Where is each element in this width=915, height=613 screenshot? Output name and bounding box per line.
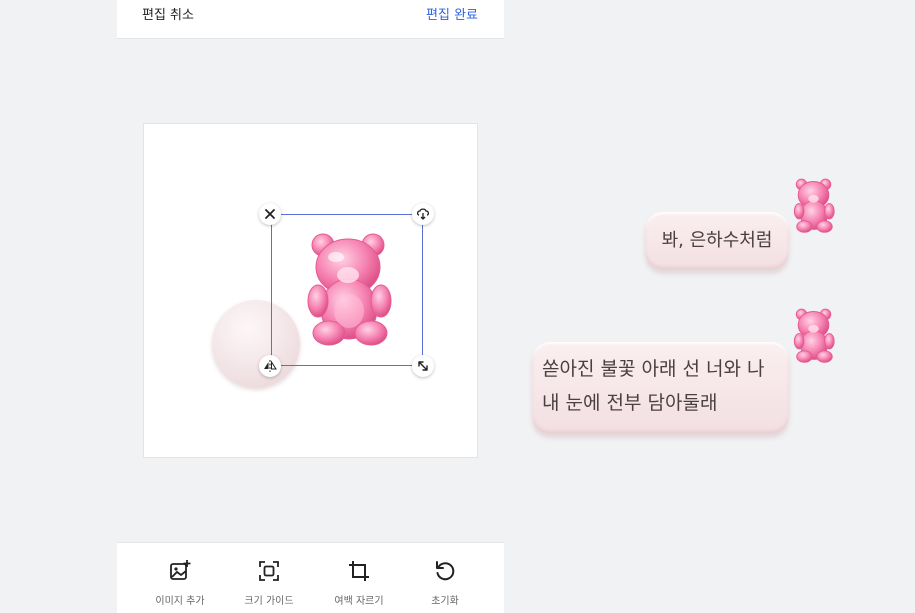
- chat-bubble-text: 봐, 은하수처럼: [661, 230, 773, 251]
- chat-bubble-text: 쏟아진 불꽃 아래 선 너와 나: [542, 358, 765, 380]
- done-edit-button[interactable]: 편집 완료: [426, 4, 478, 23]
- reset-button[interactable]: 초기화: [405, 559, 485, 607]
- chat-bubble-text: 내 눈에 전부 담아둘래: [542, 392, 718, 414]
- layer-handle[interactable]: [412, 203, 434, 225]
- flip-icon: [264, 360, 277, 372]
- close-icon: [265, 209, 275, 219]
- editor-panel: 편집 취소 편집 완료 이미지 추가 크기 가이드 여백 자르기 초기화: [117, 0, 504, 613]
- resize-handle[interactable]: [412, 355, 434, 377]
- cancel-edit-button[interactable]: 편집 취소: [142, 4, 194, 23]
- chat-bubble: 쏟아진 불꽃 아래 선 너와 나 내 눈에 전부 담아둘래: [532, 342, 789, 434]
- size-guide-button[interactable]: 크기 가이드: [229, 559, 309, 607]
- layer-download-icon: [416, 208, 430, 220]
- add-image-button[interactable]: 이미지 추가: [140, 559, 220, 607]
- crop-icon: [349, 561, 369, 581]
- image-add-icon: [170, 560, 191, 580]
- crop-button[interactable]: 여백 자르기: [319, 559, 399, 607]
- size-guide-icon: [259, 561, 279, 581]
- chat-bubble: 봐, 은하수처럼: [645, 212, 789, 270]
- reset-label: 초기화: [431, 596, 459, 607]
- editor-header: 편집 취소 편집 완료: [117, 0, 504, 39]
- delete-handle[interactable]: [259, 203, 281, 225]
- selection-box: [271, 214, 423, 366]
- reset-icon: [436, 561, 455, 581]
- edit-canvas[interactable]: [143, 123, 478, 458]
- edit-toolbar: 이미지 추가 크기 가이드 여백 자르기 초기화: [117, 542, 504, 613]
- crop-label: 여백 자르기: [334, 596, 384, 607]
- bear-sticker-icon: [793, 178, 835, 233]
- size-guide-label: 크기 가이드: [244, 596, 294, 607]
- flip-handle[interactable]: [259, 355, 281, 377]
- add-image-label: 이미지 추가: [155, 596, 205, 607]
- resize-icon: [418, 361, 428, 371]
- bear-sticker-icon: [793, 308, 835, 363]
